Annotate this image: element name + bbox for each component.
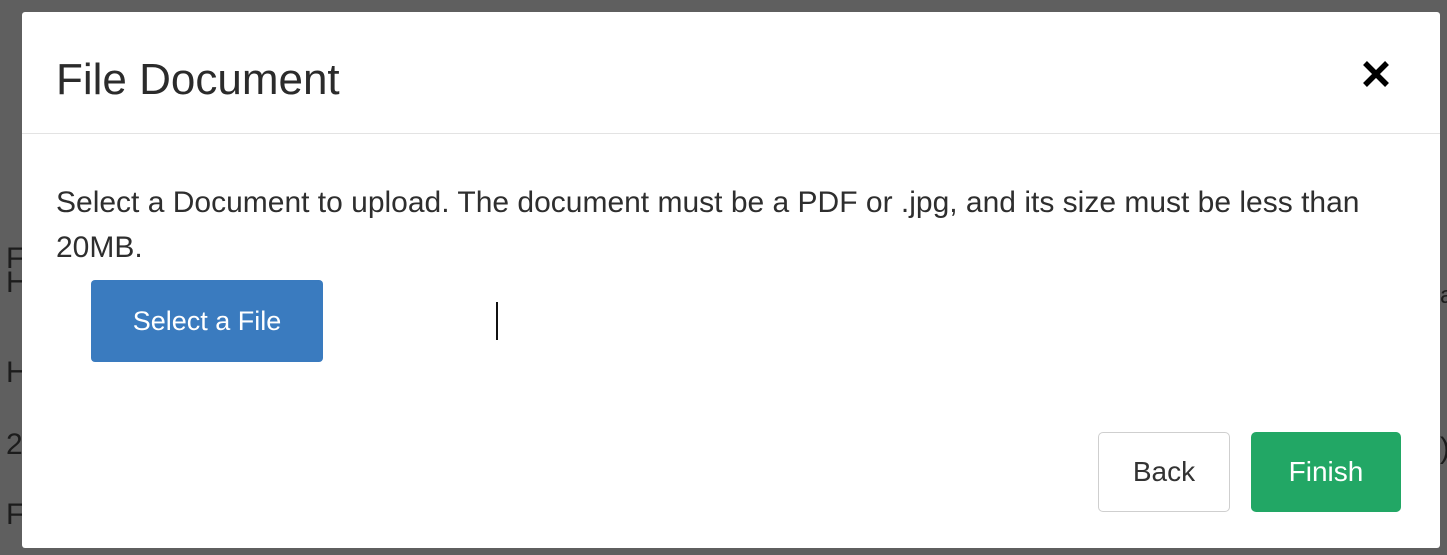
- background-text: ): [1440, 432, 1447, 466]
- dialog-body: Select a Document to upload. The documen…: [56, 180, 1376, 270]
- background-text: a: [1440, 282, 1447, 309]
- back-button[interactable]: Back: [1098, 432, 1230, 512]
- select-file-button[interactable]: Select a File: [91, 280, 323, 362]
- upload-instructions: Select a Document to upload. The documen…: [56, 186, 1360, 264]
- dialog-title: File Document: [56, 55, 340, 104]
- background-text: 2: [6, 428, 23, 461]
- close-button[interactable]: [1356, 52, 1396, 96]
- close-icon: [1363, 61, 1389, 87]
- finish-button[interactable]: Finish: [1251, 432, 1401, 512]
- text-cursor: [496, 302, 498, 340]
- dialog-header: File Document: [22, 12, 1440, 134]
